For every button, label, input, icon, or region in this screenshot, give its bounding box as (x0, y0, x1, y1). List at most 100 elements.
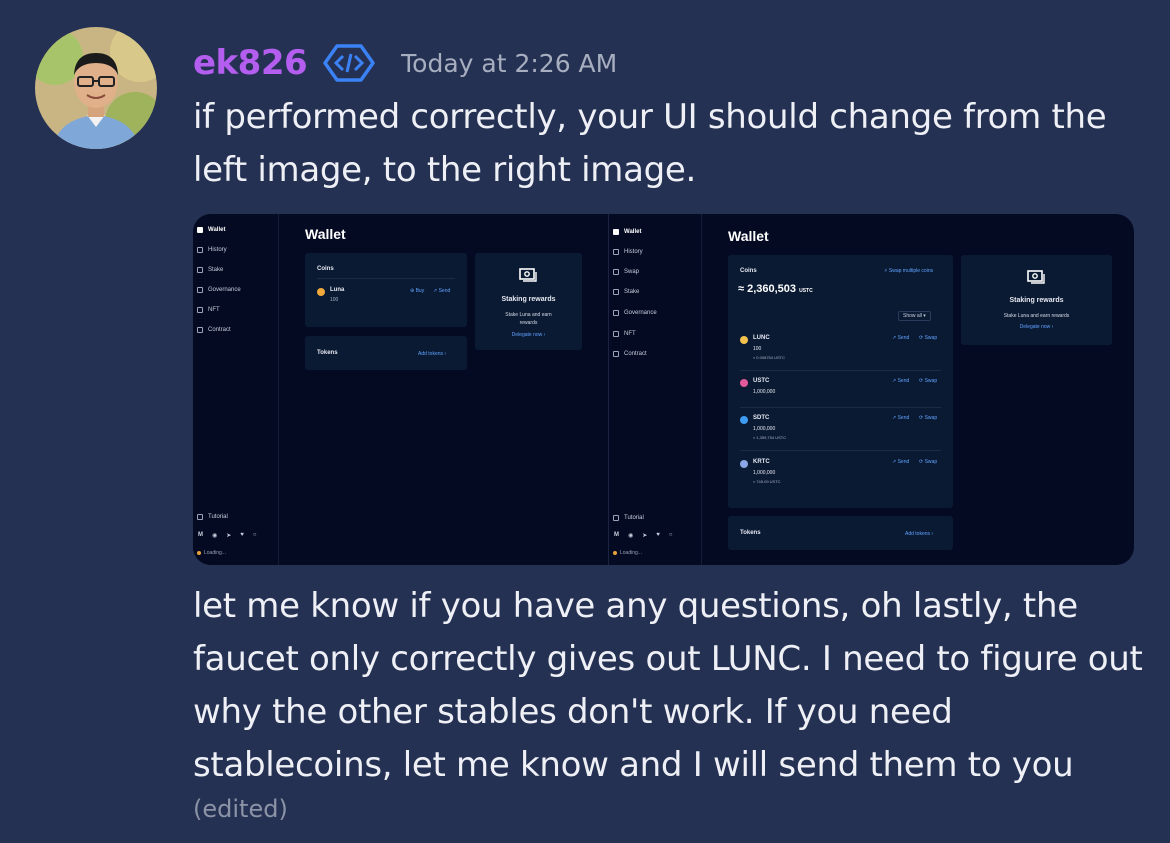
right-tokens-card: Tokens Add tokens › (728, 516, 953, 550)
right-screenshot: Wallet History Swap Stake Governance NFT… (608, 214, 1134, 565)
divider (740, 407, 941, 408)
contract-icon (197, 327, 203, 333)
right-nav-governance: Governance (613, 310, 657, 316)
user-avatar[interactable] (35, 27, 157, 149)
swap-link: ⟳ Swap (919, 378, 938, 384)
right-social-icons: M ◉ ➤ ♥ ○ (614, 532, 672, 539)
coin-value: ≈ 745.09 USTC (753, 479, 781, 484)
send-link: ↗ Send (892, 378, 910, 384)
right-nav-history: History (613, 249, 643, 255)
right-staking-card: Staking rewards Stake Luna and earn rewa… (961, 255, 1112, 345)
sdtc-coin-icon (740, 416, 748, 424)
right-staking-title: Staking rewards (1009, 297, 1064, 304)
nft-icon (613, 331, 619, 337)
right-nav-wallet: Wallet (613, 229, 641, 235)
lunc-coin-icon (740, 336, 748, 344)
right-nav-contract: Contract (613, 351, 647, 357)
left-tokens-card: Tokens Add tokens › (305, 336, 467, 370)
right-coins-label: Coins (740, 268, 757, 274)
medium-icon: M (614, 532, 619, 538)
governance-icon (613, 310, 619, 316)
left-staking-desc-2: rewards (519, 320, 538, 326)
divider (740, 370, 941, 371)
left-loading-status: Loading... (197, 550, 226, 556)
send-link: ↗ Send (892, 459, 910, 465)
right-staking-desc: Stake Luna and earn rewards (1003, 313, 1070, 319)
wallet-icon (197, 227, 203, 233)
coin-name: SDTC (753, 415, 770, 421)
divider (740, 450, 941, 451)
coin-name: KRTC (753, 459, 770, 465)
swap-multiple-link: ⚡ Swap multiple coins (884, 268, 934, 274)
message-header: ek826 Today at 2:26 AM (193, 38, 617, 88)
right-nav-tutorial: Tutorial (613, 515, 644, 521)
coin-name: USTC (753, 378, 770, 384)
swap-link: ⟳ Swap (919, 459, 938, 465)
nft-icon (197, 307, 203, 313)
github-icon: ○ (252, 532, 257, 538)
twitter-icon: ♥ (240, 532, 244, 538)
left-nav-history: History (197, 247, 227, 253)
message-text-top: if performed correctly, your UI should c… (193, 97, 1107, 190)
coin-amount: 1,000,000 (753, 426, 776, 432)
left-page-title: Wallet (305, 226, 346, 242)
left-coin-amount: 100 (330, 297, 339, 303)
telegram-icon: ➤ (226, 533, 232, 539)
left-coin-name: Luna (330, 287, 345, 293)
message-text-bottom: let me know if you have any questions, o… (193, 586, 1143, 785)
medium-icon: M (198, 532, 203, 538)
right-sidebar: Wallet History Swap Stake Governance NFT… (609, 214, 702, 565)
left-nav-stake: Stake (197, 267, 223, 273)
swap-link: ⟳ Swap (919, 415, 938, 421)
discord-icon: ◉ (212, 533, 218, 539)
contract-icon (613, 351, 619, 357)
left-nav-tutorial: Tutorial (197, 514, 228, 520)
ustc-coin-icon (740, 379, 748, 387)
right-coins-card: Coins ⚡ Swap multiple coins ≈ 2,360,503 … (728, 255, 953, 508)
right-nav-swap: Swap (613, 269, 639, 275)
telegram-icon: ➤ (642, 533, 648, 539)
left-delegate-link: Delegate now › (511, 332, 546, 338)
edited-label: (edited) (193, 795, 288, 823)
history-icon (613, 249, 619, 255)
wallet-icon (613, 229, 619, 235)
swap-icon (613, 269, 619, 275)
coin-amount: 1,000,000 (753, 470, 776, 476)
left-nav-contract: Contract (197, 327, 231, 333)
left-staking-card: Staking rewards Stake Luna and earn rewa… (475, 253, 582, 350)
history-icon (197, 247, 203, 253)
left-nav-governance: Governance (197, 287, 241, 293)
coin-name: LUNC (753, 335, 770, 341)
left-coins-card: Coins Luna 100 ⊕ Buy ↗ Send (305, 253, 467, 327)
left-screenshot: Wallet History Stake Governance NFT Cont… (193, 214, 608, 565)
left-nav-nft: NFT (197, 307, 220, 313)
left-add-tokens-link: Add tokens › (418, 351, 447, 357)
cash-icon (519, 268, 537, 282)
image-attachment[interactable]: Wallet History Stake Governance NFT Cont… (193, 214, 1134, 565)
right-tokens-label: Tokens (740, 530, 761, 536)
loading-dot-icon (197, 551, 201, 555)
left-buy-link: ⊕ Buy (410, 288, 425, 294)
divider (317, 278, 455, 279)
right-delegate-link: Delegate now › (1019, 324, 1054, 330)
show-all-select: Show all ▾ (898, 311, 931, 321)
github-icon: ○ (668, 532, 673, 538)
coin-amount: 100 (753, 346, 762, 352)
coin-value: ≈ 0.008754 USTC (753, 355, 785, 360)
twitter-icon: ♥ (656, 532, 660, 538)
luna-coin-icon (317, 288, 325, 296)
timestamp: Today at 2:26 AM (401, 48, 618, 78)
tutorial-icon (613, 515, 619, 521)
left-social-icons: M ◉ ➤ ♥ ○ (198, 532, 256, 539)
left-send-link: ↗ Send (433, 288, 451, 294)
tutorial-icon (197, 514, 203, 520)
left-coins-label: Coins (317, 266, 334, 272)
governance-icon (197, 287, 203, 293)
discord-icon: ◉ (628, 533, 634, 539)
send-link: ↗ Send (892, 415, 910, 421)
right-page-title: Wallet (728, 228, 769, 244)
coin-value: ≈ 1,359,754 USTC (753, 435, 787, 440)
username[interactable]: ek826 (193, 43, 308, 83)
right-nav-stake: Stake (613, 289, 639, 295)
left-tokens-label: Tokens (317, 350, 338, 356)
